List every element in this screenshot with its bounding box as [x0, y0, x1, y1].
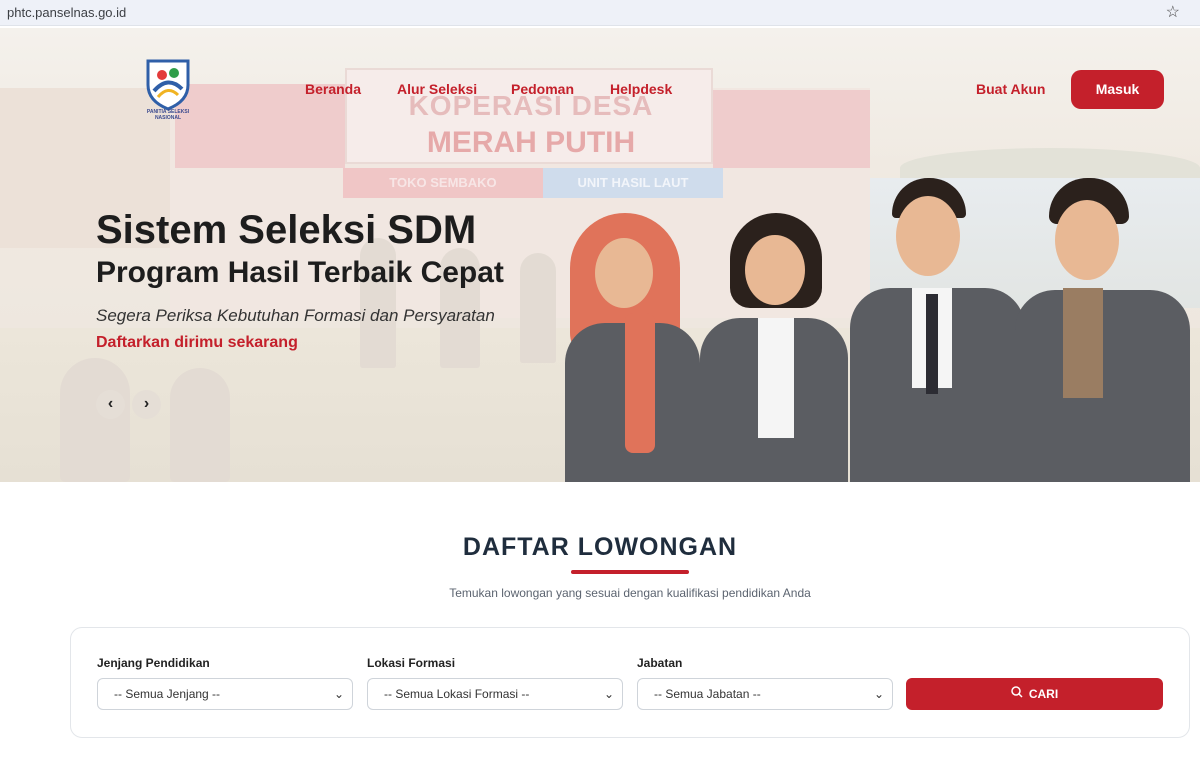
url-text[interactable]: phtc.panselnas.go.id: [7, 5, 126, 20]
logo-caption: PANITIA SELEKSI NASIONAL: [146, 109, 190, 121]
star-icon[interactable]: ☆: [1166, 2, 1180, 22]
nav-alur-seleksi[interactable]: Alur Seleksi: [397, 81, 477, 97]
crowd-figure: [60, 358, 130, 482]
candidate-woman-bob: [700, 213, 850, 482]
chevron-right-icon[interactable]: ›: [132, 390, 161, 419]
education-label: Jenjang Pendidikan: [97, 656, 210, 670]
section-title: DAFTAR LOWONGAN: [462, 533, 738, 561]
search-button-label: CARI: [1028, 687, 1059, 701]
nav-pedoman[interactable]: Pedoman: [511, 81, 574, 97]
hero-strip-left: TOKO SEMBAKO: [343, 168, 543, 198]
location-select-value: -- Semua Lokasi Formasi --: [384, 687, 530, 701]
nav-beranda[interactable]: Beranda: [305, 81, 361, 97]
education-select-value: -- Semua Jenjang --: [114, 687, 221, 701]
logo-emblem-icon: [146, 59, 190, 111]
section-title-underline: [571, 570, 689, 574]
chevron-down-icon: ⌄: [873, 687, 884, 701]
position-label: Jabatan: [637, 656, 683, 670]
section-description: Temukan lowongan yang sesuai dengan kual…: [449, 586, 811, 600]
login-button[interactable]: Masuk: [1071, 70, 1164, 109]
location-label: Lokasi Formasi: [367, 656, 456, 670]
sign-line-2: MERAH PUTIH: [426, 126, 636, 159]
hero-title: Sistem Seleksi SDM: [96, 208, 477, 252]
panselnas-logo[interactable]: PANITIA SELEKSI NASIONAL: [140, 55, 196, 125]
candidate-man-tie: [850, 178, 1025, 482]
crowd-figure: [520, 253, 556, 363]
strip-left-label: TOKO SEMBAKO: [389, 175, 497, 190]
chevron-down-icon: ⌄: [603, 687, 614, 701]
browser-address-bar[interactable]: phtc.panselnas.go.id ☆: [0, 0, 1200, 26]
crowd-figure: [170, 368, 230, 482]
search-icon: [1011, 678, 1023, 710]
register-link[interactable]: Buat Akun: [976, 81, 1045, 97]
hero-tagline: Segera Periksa Kebutuhan Formasi dan Per…: [96, 306, 495, 325]
search-button[interactable]: CARI: [906, 678, 1163, 710]
strip-right-label: UNIT HASIL LAUT: [577, 175, 689, 190]
chevron-left-icon[interactable]: ‹: [96, 390, 125, 419]
position-select-value: -- Semua Jabatan --: [654, 687, 761, 701]
hero-strip-right: UNIT HASIL LAUT: [543, 168, 723, 198]
education-select[interactable]: -- Semua Jenjang -- ⌄: [97, 678, 353, 710]
hero-cta-link[interactable]: Daftarkan dirimu sekarang: [96, 334, 298, 352]
position-select[interactable]: -- Semua Jabatan -- ⌄: [637, 678, 893, 710]
location-select[interactable]: -- Semua Lokasi Formasi -- ⌄: [367, 678, 623, 710]
hero-awning-right: [713, 90, 870, 168]
hero-subtitle: Program Hasil Terbaik Cepat: [96, 256, 504, 289]
chevron-down-icon: ⌄: [333, 687, 344, 701]
candidate-man-plaid: [1015, 178, 1190, 482]
nav-helpdesk[interactable]: Helpdesk: [610, 81, 672, 97]
candidate-woman-hijab: [560, 213, 700, 482]
